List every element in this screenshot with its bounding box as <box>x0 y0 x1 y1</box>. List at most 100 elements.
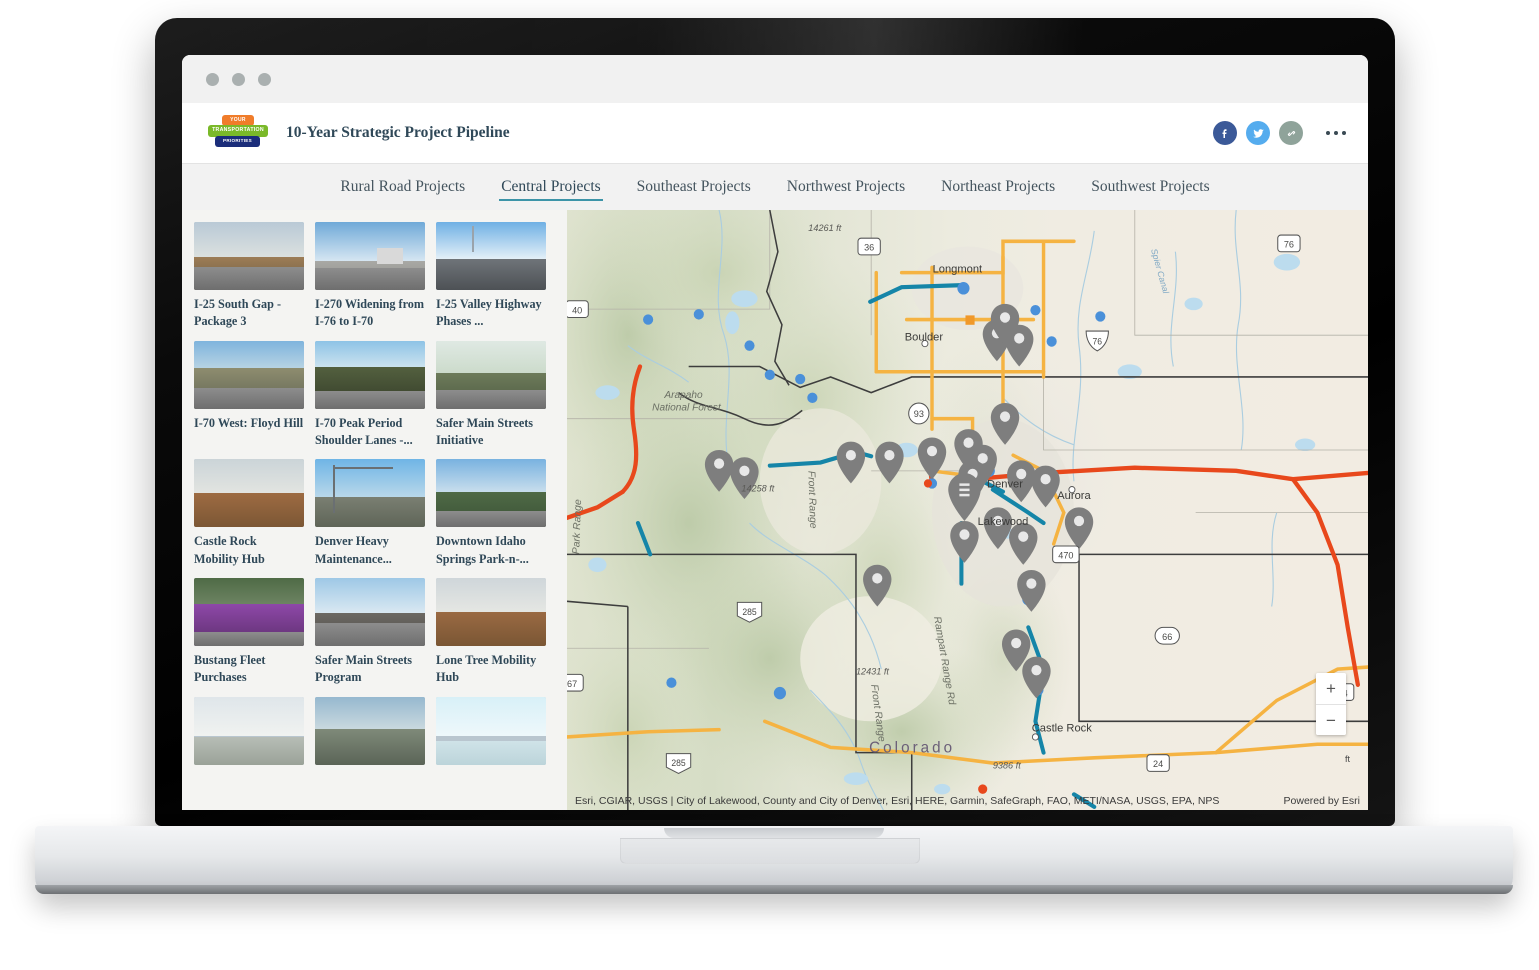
tab-northeast-projects[interactable]: Northeast Projects <box>923 164 1073 210</box>
project-thumbnail <box>315 696 425 765</box>
project-card[interactable] <box>436 696 546 771</box>
zoom-out-button[interactable]: − <box>1316 704 1346 735</box>
map-canvas[interactable]: 36 76 76 93 40 470 285 285 66 24 34 67 <box>567 210 1368 810</box>
project-thumbnail <box>436 222 546 290</box>
project-title: Castle Rock Mobility Hub <box>194 534 265 566</box>
project-card[interactable]: I-70 West: Floyd Hill <box>194 340 304 450</box>
project-card[interactable]: I-25 South Gap - Package 3 <box>194 222 304 331</box>
svg-text:285: 285 <box>671 758 686 768</box>
project-card[interactable] <box>315 696 425 771</box>
project-thumbnail <box>436 459 546 528</box>
tab-southeast-projects[interactable]: Southeast Projects <box>619 164 769 210</box>
project-card[interactable]: Safer Main Streets Program <box>315 577 425 687</box>
tab-rural-road-projects[interactable]: Rural Road Projects <box>322 164 483 210</box>
map-zoom-controls[interactable]: + − <box>1316 673 1346 735</box>
svg-text:Castle Rock: Castle Rock <box>1032 723 1092 735</box>
map-attribution-powered: Powered by Esri <box>1283 795 1360 807</box>
tab-southwest-projects[interactable]: Southwest Projects <box>1073 164 1227 210</box>
project-map[interactable]: 36 76 76 93 40 470 285 285 66 24 34 67 <box>567 210 1368 810</box>
svg-text:76: 76 <box>1284 239 1294 249</box>
project-title: I-70 Peak Period Shoulder Lanes -... <box>315 415 413 447</box>
project-title: I-25 Valley Highway Phases ... <box>436 297 542 329</box>
map-scale-label: ft <box>1344 754 1350 764</box>
project-thumbnail <box>194 340 304 409</box>
svg-text:36: 36 <box>864 243 874 253</box>
svg-text:Front Range: Front Range <box>805 471 818 530</box>
project-card[interactable]: Safer Main Streets Initiative <box>436 340 546 450</box>
window-dot-close[interactable] <box>206 72 219 86</box>
map-attribution-sources: Esri, CGIAR, USGS | City of Lakewood, Co… <box>575 795 1220 807</box>
svg-text:9386 ft: 9386 ft <box>993 760 1021 770</box>
project-region-tabs: Rural Road Projects Central Projects Sou… <box>182 163 1368 210</box>
project-card[interactable] <box>194 696 304 771</box>
window-dot-maximize[interactable] <box>258 72 271 86</box>
project-title: I-270 Widening from I-76 to I-70 <box>315 297 425 329</box>
web-page: YOUR TRANSPORTATION PRIORITIES 10-Year S… <box>182 103 1368 810</box>
project-title: Safer Main Streets Initiative <box>436 415 534 447</box>
project-title: Safer Main Streets Program <box>315 652 413 685</box>
svg-text:Denver: Denver <box>987 478 1023 490</box>
facebook-icon[interactable] <box>1213 121 1237 145</box>
project-thumbnail <box>315 577 425 646</box>
link-icon[interactable] <box>1279 121 1303 145</box>
svg-text:Lakewood: Lakewood <box>978 516 1029 528</box>
project-title: I-70 West: Floyd Hill <box>194 415 304 430</box>
svg-text:67: 67 <box>567 679 577 689</box>
laptop-screen: YOUR TRANSPORTATION PRIORITIES 10-Year S… <box>182 55 1368 810</box>
svg-text:470: 470 <box>1058 550 1073 560</box>
laptop-trackpad <box>619 838 920 864</box>
tab-northwest-projects[interactable]: Northwest Projects <box>769 164 923 210</box>
project-gallery[interactable]: I-25 South Gap - Package 3 I-270 Widenin… <box>182 210 567 810</box>
project-card[interactable]: Lone Tree Mobility Hub <box>436 577 546 687</box>
project-thumbnail <box>315 340 425 409</box>
window-dot-minimize[interactable] <box>232 72 245 86</box>
project-thumbnail <box>315 222 425 290</box>
project-thumbnail <box>436 340 546 409</box>
project-thumbnail <box>194 459 304 528</box>
project-title: Bustang Fleet Purchases <box>194 652 266 685</box>
svg-text:Boulder: Boulder <box>905 331 944 343</box>
svg-text:93: 93 <box>914 409 924 419</box>
project-thumbnail <box>194 222 304 290</box>
project-card[interactable]: Bustang Fleet Purchases <box>194 577 304 687</box>
project-title: Denver Heavy Maintenance... <box>315 534 392 566</box>
header-actions <box>1213 121 1346 145</box>
map-attribution: Esri, CGIAR, USGS | City of Lakewood, Co… <box>567 792 1368 810</box>
project-grid: I-25 South Gap - Package 3 I-270 Widenin… <box>194 222 567 771</box>
tab-central-projects[interactable]: Central Projects <box>483 164 618 210</box>
main-content: I-25 South Gap - Package 3 I-270 Widenin… <box>182 210 1368 810</box>
laptop-base-notch <box>664 828 884 838</box>
project-card[interactable]: Denver Heavy Maintenance... <box>315 459 425 568</box>
svg-text:Park Range: Park Range <box>571 499 584 555</box>
svg-text:Aurora: Aurora <box>1057 490 1091 502</box>
project-card[interactable]: I-25 Valley Highway Phases ... <box>436 222 546 331</box>
project-card[interactable]: Downtown Idaho Springs Park-n-... <box>436 459 546 568</box>
svg-text:14261 ft: 14261 ft <box>808 223 841 233</box>
project-title: Downtown Idaho Springs Park-n-... <box>436 534 529 566</box>
svg-text:National Forest: National Forest <box>652 402 722 413</box>
zoom-in-button[interactable]: + <box>1316 673 1346 704</box>
project-thumbnail <box>436 577 546 646</box>
map-square-marker <box>965 315 975 325</box>
project-card[interactable]: I-270 Widening from I-76 to I-70 <box>315 222 425 331</box>
svg-text:14258 ft: 14258 ft <box>741 484 774 494</box>
browser-chrome <box>182 55 1368 103</box>
app-header: YOUR TRANSPORTATION PRIORITIES 10-Year S… <box>182 103 1368 163</box>
svg-text:285: 285 <box>742 607 757 617</box>
page-title: 10-Year Strategic Project Pipeline <box>286 124 510 141</box>
logo-bar-priorities: PRIORITIES <box>215 136 260 147</box>
svg-text:Longmont: Longmont <box>933 263 983 275</box>
more-options-icon[interactable] <box>1326 131 1346 135</box>
svg-text:Colorado: Colorado <box>869 739 955 756</box>
svg-text:40: 40 <box>572 305 582 315</box>
twitter-icon[interactable] <box>1246 121 1270 145</box>
project-card[interactable]: Castle Rock Mobility Hub <box>194 459 304 568</box>
svg-text:12431 ft: 12431 ft <box>856 666 889 676</box>
svg-text:24: 24 <box>1153 759 1163 769</box>
project-title: I-25 South Gap - Package 3 <box>194 297 282 329</box>
svg-text:66: 66 <box>1162 632 1172 642</box>
screenshot-stage: YOUR TRANSPORTATION PRIORITIES 10-Year S… <box>0 0 1539 970</box>
brand-logo[interactable]: YOUR TRANSPORTATION PRIORITIES <box>204 113 270 153</box>
project-card[interactable]: I-70 Peak Period Shoulder Lanes -... <box>315 340 425 450</box>
svg-text:Arapaho: Arapaho <box>663 390 703 401</box>
